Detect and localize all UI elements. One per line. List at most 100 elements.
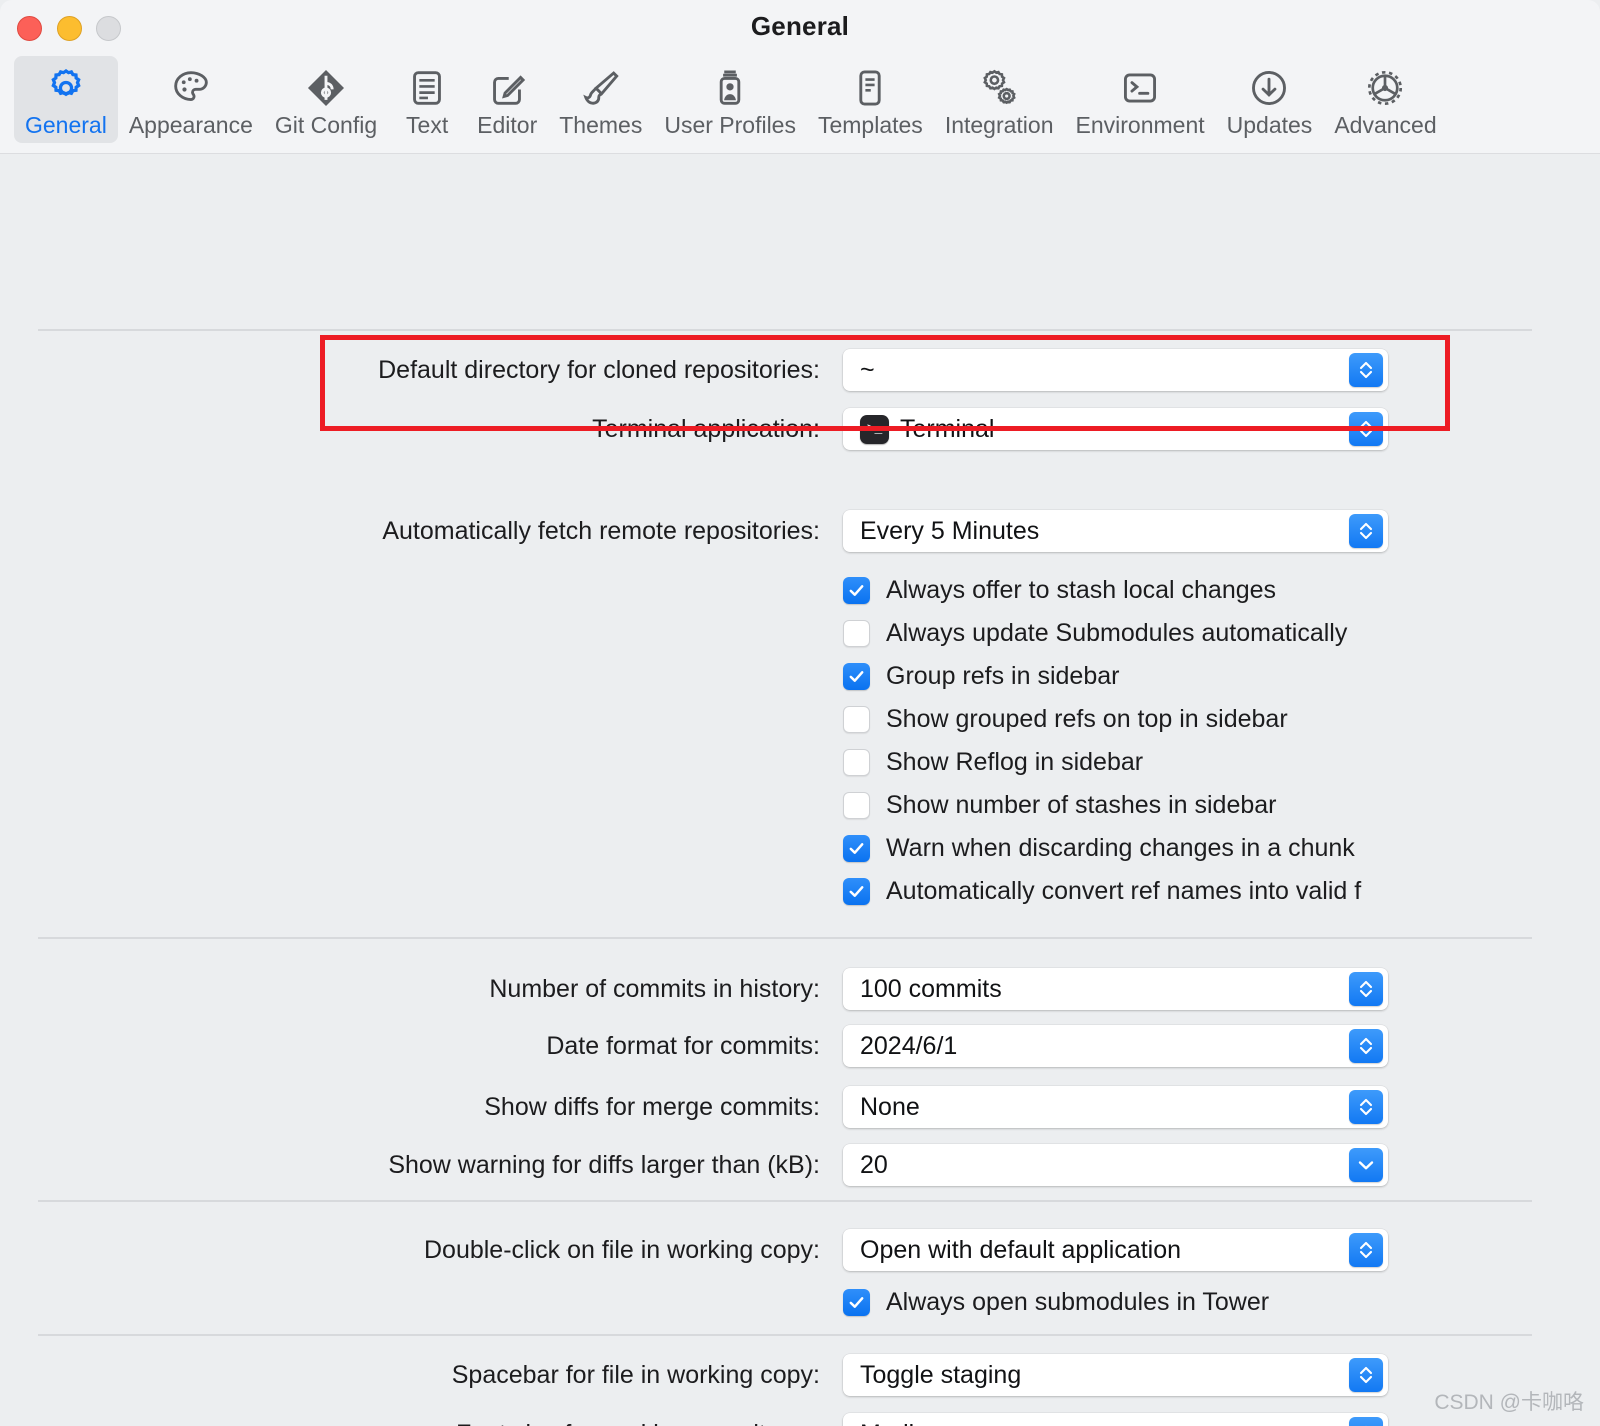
- terminal-icon: [1117, 65, 1163, 111]
- commits-history-label: Number of commits in history:: [489, 975, 820, 1003]
- merge-diffs-label-box: Show diffs for merge commits:: [0, 1093, 820, 1122]
- font-size-popup[interactable]: Medium: [843, 1413, 1388, 1426]
- date-format-popup[interactable]: 2024/6/1: [843, 1025, 1388, 1067]
- checkbox-row-grouped-refs-top[interactable]: Show grouped refs on top in sidebar: [843, 703, 1288, 736]
- checkbox-row-stash[interactable]: Always offer to stash local changes: [843, 574, 1276, 607]
- tab-label: User Profiles: [664, 112, 796, 138]
- diff-warning-label: Show warning for diffs larger than (kB):: [388, 1151, 820, 1179]
- stepper-up-down-icon[interactable]: [1349, 1358, 1383, 1392]
- stepper-up-down-icon[interactable]: [1349, 1417, 1383, 1426]
- font-size-value: Medium: [860, 1420, 949, 1426]
- stepper-up-down-icon[interactable]: [1349, 1090, 1383, 1124]
- checkbox-label: Show Reflog in sidebar: [886, 748, 1144, 776]
- chevron-down-icon[interactable]: [1349, 1148, 1383, 1182]
- paintbrush-icon: [578, 65, 624, 111]
- gear-icon: [43, 65, 89, 111]
- checkbox-row-open-submodules[interactable]: Always open submodules in Tower: [843, 1286, 1269, 1319]
- tab-user-profiles[interactable]: User Profiles: [653, 56, 807, 143]
- terminal-app-popup[interactable]: >_ Terminal: [843, 408, 1388, 450]
- tab-templates[interactable]: Templates: [807, 56, 934, 143]
- tab-label: Text: [406, 112, 449, 138]
- checkbox-row-convert-refnames[interactable]: Automatically convert ref names into val…: [843, 875, 1361, 908]
- separator-1: [38, 329, 1532, 331]
- separator-4: [38, 1334, 1532, 1336]
- checkbox-checked-icon[interactable]: [843, 835, 870, 862]
- auto-fetch-label: Automatically fetch remote repositories:: [382, 517, 820, 545]
- commits-history-popup[interactable]: 100 commits: [843, 968, 1388, 1010]
- contact-card-icon: [707, 65, 753, 111]
- tab-general[interactable]: General: [14, 56, 118, 143]
- clone-dir-popup[interactable]: ~: [843, 349, 1388, 391]
- font-size-label: Font size for working copy items:: [456, 1420, 820, 1426]
- clone-dir-label-box: Default directory for cloned repositorie…: [0, 356, 820, 385]
- checkbox-row-reflog[interactable]: Show Reflog in sidebar: [843, 746, 1143, 779]
- titlebar: General: [0, 0, 1600, 56]
- tab-themes[interactable]: Themes: [548, 56, 653, 143]
- checkbox-label: Warn when discarding changes in a chunk: [886, 834, 1355, 862]
- font-size-label-box: Font size for working copy items:: [0, 1420, 820, 1426]
- auto-fetch-label-box: Automatically fetch remote repositories:: [0, 517, 820, 546]
- tab-updates[interactable]: Updates: [1216, 56, 1324, 143]
- stepper-up-down-icon[interactable]: [1349, 514, 1383, 548]
- spacebar-value: Toggle staging: [860, 1360, 1022, 1389]
- checkbox-checked-icon[interactable]: [843, 663, 870, 690]
- stepper-up-down-icon[interactable]: [1349, 353, 1383, 387]
- clone-dir-value: ~: [860, 355, 875, 384]
- tab-text[interactable]: Text: [388, 56, 466, 143]
- template-page-icon: [847, 65, 893, 111]
- checkbox-label: Always update Submodules automatically: [886, 619, 1348, 647]
- diff-warning-label-box: Show warning for diffs larger than (kB):: [0, 1151, 820, 1180]
- spacebar-popup[interactable]: Toggle staging: [843, 1354, 1388, 1396]
- tab-label: Themes: [559, 112, 643, 138]
- checkbox-unchecked-icon[interactable]: [843, 792, 870, 819]
- tab-editor[interactable]: Editor: [466, 56, 548, 143]
- auto-fetch-value: Every 5 Minutes: [860, 516, 1040, 545]
- checkbox-row-stash-count[interactable]: Show number of stashes in sidebar: [843, 789, 1277, 822]
- tab-label: Environment: [1075, 112, 1205, 138]
- double-click-value: Open with default application: [860, 1235, 1182, 1264]
- tab-label: Appearance: [128, 112, 253, 138]
- checkbox-unchecked-icon[interactable]: [843, 749, 870, 776]
- date-format-label: Date format for commits:: [546, 1032, 820, 1060]
- checkbox-unchecked-icon[interactable]: [843, 620, 870, 647]
- double-click-popup[interactable]: Open with default application: [843, 1229, 1388, 1271]
- tab-label: Editor: [477, 112, 538, 138]
- checkbox-checked-icon[interactable]: [843, 878, 870, 905]
- tab-label: Git Config: [274, 112, 378, 138]
- checkbox-checked-icon[interactable]: [843, 1289, 870, 1316]
- tab-git-config[interactable]: Git Config: [264, 56, 388, 143]
- stepper-up-down-icon[interactable]: [1349, 972, 1383, 1006]
- merge-diffs-value: None: [860, 1092, 920, 1121]
- checkbox-row-warn-discard[interactable]: Warn when discarding changes in a chunk: [843, 832, 1355, 865]
- download-circle-icon: [1246, 65, 1292, 111]
- diff-warning-combo[interactable]: 20: [843, 1144, 1388, 1186]
- tab-environment[interactable]: Environment: [1065, 56, 1216, 143]
- tab-appearance[interactable]: Appearance: [118, 56, 264, 143]
- checkbox-label: Show grouped refs on top in sidebar: [886, 705, 1288, 733]
- checkbox-unchecked-icon[interactable]: [843, 706, 870, 733]
- tab-label: Templates: [817, 112, 923, 138]
- double-click-label: Double-click on file in working copy:: [423, 1236, 820, 1264]
- tab-advanced[interactable]: Advanced: [1323, 56, 1447, 143]
- document-text-icon: [404, 65, 450, 111]
- commits-history-value: 100 commits: [860, 974, 1002, 1003]
- tab-label: Advanced: [1334, 112, 1437, 138]
- clone-dir-label: Default directory for cloned repositorie…: [378, 356, 820, 384]
- auto-fetch-popup[interactable]: Every 5 Minutes: [843, 510, 1388, 552]
- checkbox-row-submodules[interactable]: Always update Submodules automatically: [843, 617, 1347, 650]
- checkbox-row-group-refs[interactable]: Group refs in sidebar: [843, 660, 1119, 693]
- merge-diffs-popup[interactable]: None: [843, 1086, 1388, 1128]
- checkbox-label: Automatically convert ref names into val…: [886, 877, 1362, 905]
- separator-2: [38, 937, 1532, 939]
- separator-3: [38, 1200, 1532, 1202]
- stepper-up-down-icon[interactable]: [1349, 1233, 1383, 1267]
- terminal-app-label-box: Terminal application:: [0, 415, 820, 444]
- stepper-up-down-icon[interactable]: [1349, 412, 1383, 446]
- spacebar-label-box: Spacebar for file in working copy:: [0, 1361, 820, 1390]
- preferences-window: General General Appearance Git Config Te…: [0, 0, 1600, 1426]
- stepper-up-down-icon[interactable]: [1349, 1029, 1383, 1063]
- checkbox-checked-icon[interactable]: [843, 577, 870, 604]
- tab-integration[interactable]: Integration: [934, 56, 1065, 143]
- settings-content: Default directory for cloned repositorie…: [0, 154, 1600, 1426]
- diff-warning-value: 20: [860, 1150, 888, 1179]
